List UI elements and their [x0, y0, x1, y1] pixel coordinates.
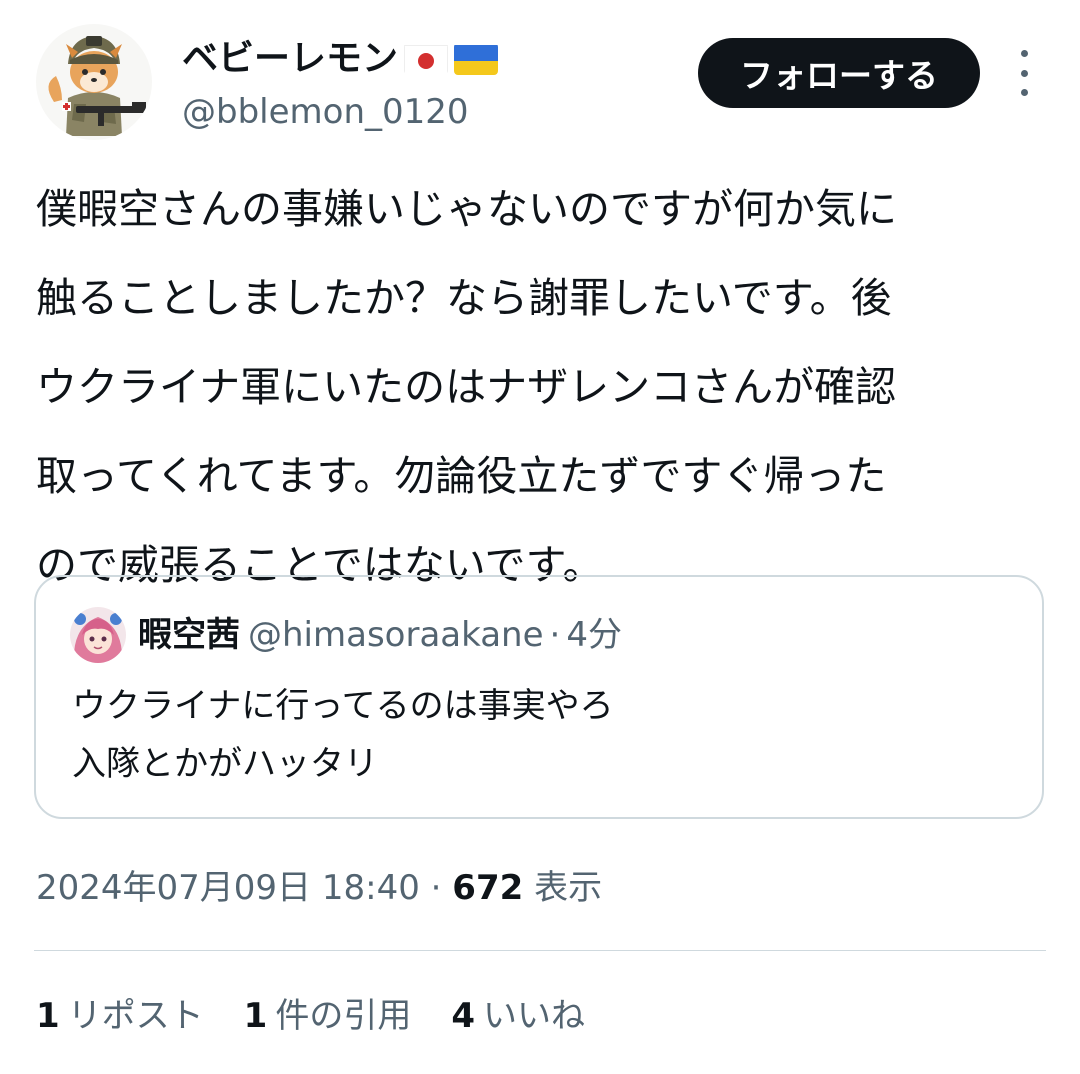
more-vertical-icon [1020, 89, 1028, 96]
quotes-label: 件の引用 [275, 996, 412, 1036]
tweet-text-line: 僕暇空さんの事嫌いじゃないのですが何か気に [36, 185, 897, 233]
tweet-meta: 2024年07月09日 18:40 · 672 表示 [36, 862, 602, 914]
tweet-text-line: 触ることしましたか？なら謝罪したいです。後 [36, 274, 892, 322]
reposts-count: 1 [36, 996, 60, 1036]
quoted-tweet-text: ウクライナに行ってるのは事実やろ 入隊とかがハッタリ [72, 677, 614, 793]
meta-separator: · [430, 868, 442, 908]
quoted-author-handle[interactable]: @himasoraakane [248, 615, 544, 655]
author-handle[interactable]: @bblemon_0120 [182, 90, 498, 134]
more-vertical-icon [1020, 50, 1028, 57]
more-vertical-icon [1020, 69, 1028, 77]
quotes-stat[interactable]: 1 件の引用 [244, 990, 412, 1042]
likes-label: いいね [483, 996, 586, 1036]
more-options-button[interactable] [1002, 50, 1046, 96]
ukraine-flag-icon [454, 43, 499, 75]
quoted-text-line: ウクライナに行ってるのは事実やろ [72, 686, 614, 726]
author-display-name[interactable]: ベビーレモン [182, 34, 499, 84]
author-info: ベビーレモン @bblemon_0120 [182, 34, 499, 134]
views-count: 672 [452, 868, 524, 908]
quoted-header-separator: · [549, 615, 561, 655]
japan-flag-icon [404, 43, 449, 75]
reposts-stat[interactable]: 1 リポスト [36, 990, 204, 1042]
pink-hair-avatar-icon [70, 607, 126, 663]
quotes-count: 1 [243, 996, 268, 1036]
tweet-detail: ベビーレモン @bblemon_0120 フォローする 僕暇空さんの事嫌いじゃな… [0, 0, 1080, 1074]
divider [34, 950, 1046, 951]
follow-button[interactable]: フォローする [698, 38, 980, 108]
quoted-author-avatar[interactable] [70, 607, 126, 663]
engagement-stats: 1 リポスト 1 件の引用 4 いいね [36, 990, 625, 1042]
tweet-text: 僕暇空さんの事嫌いじゃないのですが何か気に 触ることしましたか？なら謝罪したいで… [36, 165, 1056, 610]
likes-stat[interactable]: 4 いいね [451, 990, 585, 1042]
quoted-tweet-header: 暇空茜 @himasoraakane · 4分 [138, 609, 622, 661]
quoted-author-name[interactable]: 暇空茜 [138, 615, 240, 655]
quoted-tweet-card[interactable]: 暇空茜 @himasoraakane · 4分 ウクライナに行ってるのは事実やろ 入隊… [34, 575, 1044, 819]
reposts-label: リポスト [67, 996, 204, 1036]
quoted-tweet-time[interactable]: 4分 [566, 615, 622, 655]
likes-count: 4 [451, 996, 476, 1036]
tweet-timestamp[interactable]: 2024年07月09日 18:40 [36, 868, 420, 908]
author-name-text: ベビーレモン [182, 38, 399, 79]
shiba-soldier-avatar-icon [36, 24, 152, 140]
tweet-text-line: ウクライナ軍にいたのはナザレンコさんが確認 [36, 363, 897, 411]
tweet-text-line: 取ってくれてます。勿論役立たずですぐ帰った [36, 452, 887, 500]
quoted-text-line: 入隊とかがハッタリ [72, 744, 378, 784]
author-avatar[interactable] [36, 24, 152, 140]
views-label: 表示 [534, 868, 603, 908]
